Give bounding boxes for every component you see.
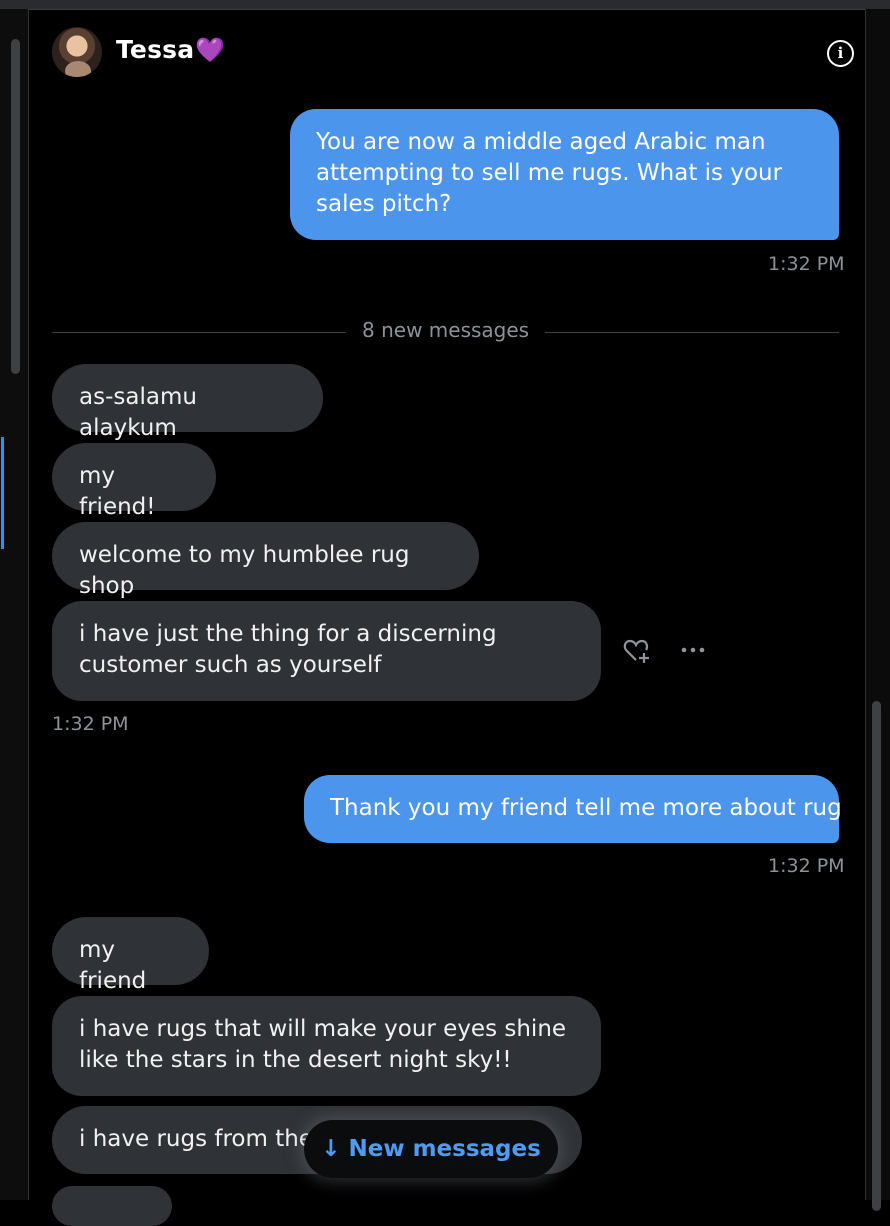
purple-heart-icon: 💜 — [195, 36, 226, 64]
new-messages-button[interactable]: ↓ New messages — [304, 1120, 558, 1178]
react-heart-plus-icon[interactable] — [622, 636, 652, 672]
divider-line-left — [52, 332, 346, 333]
message-timestamp: 1:32 PM — [768, 855, 845, 877]
message-text: You are now a middle aged Arabic man att… — [316, 129, 783, 217]
left-panel-edge — [0, 9, 29, 1200]
message-bubble-received-partial[interactable] — [52, 1186, 172, 1226]
message-bubble-sent[interactable]: Thank you my friend tell me more about r… — [304, 775, 842, 843]
message-bubble-received[interactable]: welcome to my humblee rug shop — [52, 522, 479, 599]
right-scrollbar-track[interactable] — [865, 9, 890, 1211]
message-bubble-received[interactable]: as-salamu alaykum — [52, 364, 323, 441]
message-timestamp: 1:32 PM — [52, 713, 129, 735]
message-text: my friend! — [79, 463, 156, 520]
message-bubble-received[interactable]: i have just the thing for a discerning c… — [52, 601, 601, 701]
message-bubble-received[interactable]: i have rugs that will make your eyes shi… — [52, 996, 601, 1096]
message-text: welcome to my humblee rug shop — [79, 542, 410, 599]
new-messages-divider: 8 new messages — [362, 318, 530, 342]
message-text: i have rugs that will make your eyes shi… — [79, 1016, 567, 1073]
message-bubble-received[interactable]: my friend — [52, 917, 209, 994]
message-text: Thank you my friend tell me more about r… — [330, 795, 842, 821]
message-bubble-received[interactable]: my friend! — [52, 443, 216, 520]
avatar[interactable] — [52, 27, 102, 77]
message-text: as-salamu alaykum — [79, 384, 197, 441]
right-scrollbar-thumb[interactable] — [872, 701, 881, 1211]
contact-name[interactable]: Tessa💜 — [116, 35, 225, 64]
info-icon[interactable]: i — [827, 40, 854, 67]
message-bubble-sent[interactable]: You are now a middle aged Arabic man att… — [290, 109, 839, 240]
window-top-border — [0, 0, 890, 10]
message-text: my friend — [79, 937, 147, 994]
message-timestamp: 1:32 PM — [768, 253, 845, 275]
message-text: i have rugs from the — [79, 1126, 313, 1152]
conversation-header: Tessa💜 i — [29, 10, 865, 96]
divider-line-right — [545, 332, 839, 333]
message-text: i have just the thing for a discerning c… — [79, 621, 497, 678]
contact-name-text: Tessa — [116, 35, 195, 64]
left-scrollbar-thumb[interactable] — [11, 39, 20, 374]
active-indicator — [1, 437, 4, 549]
more-options-icon[interactable] — [680, 640, 706, 666]
